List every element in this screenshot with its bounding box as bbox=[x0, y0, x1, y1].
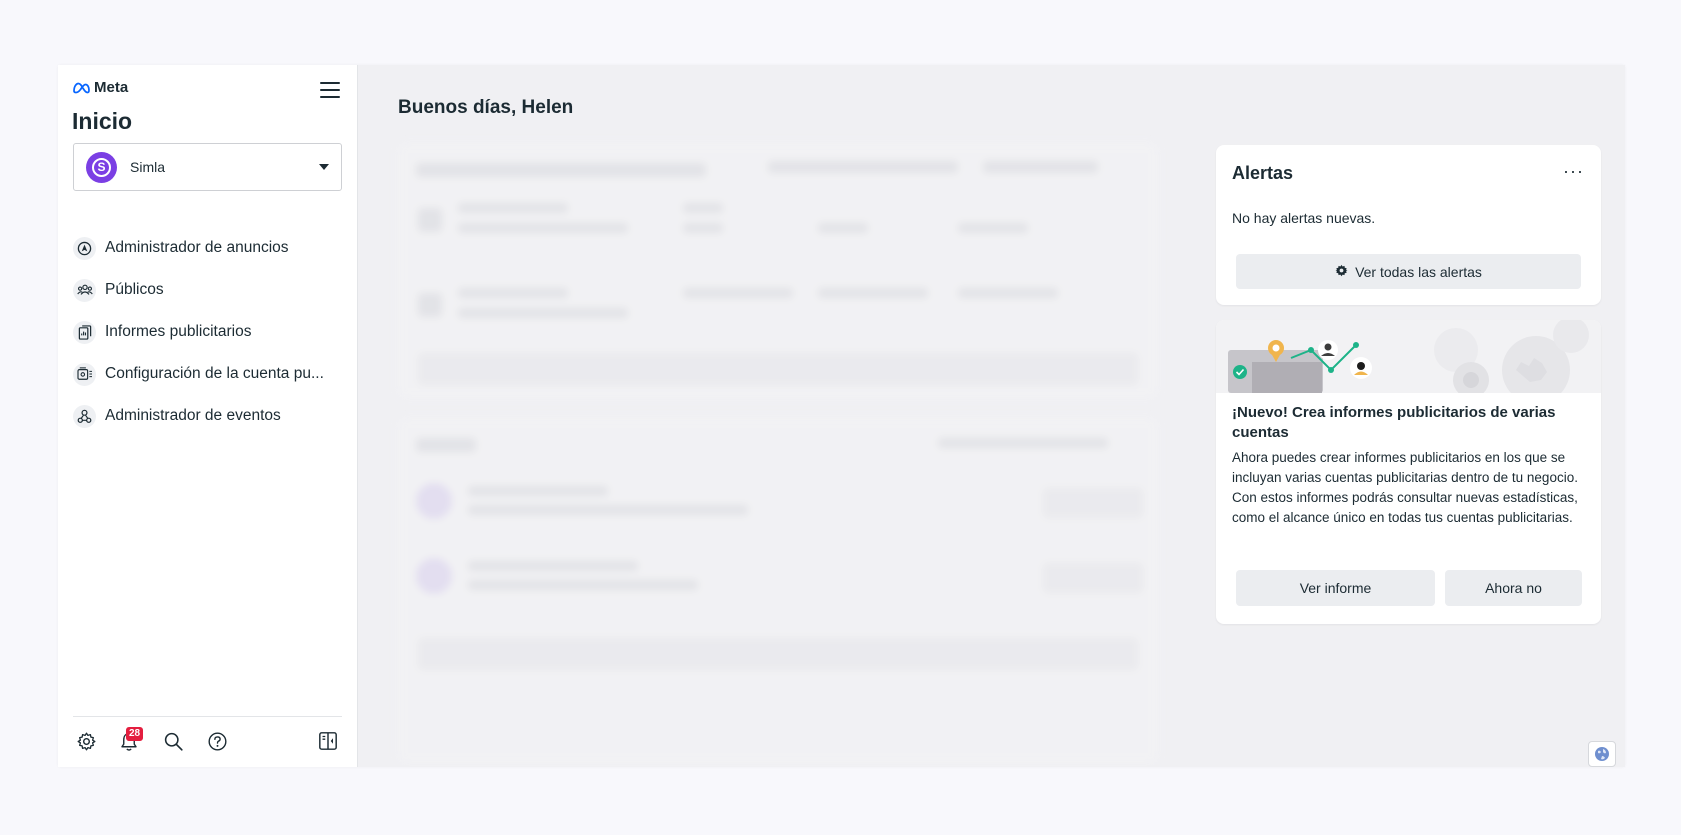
ads-reporting-icon bbox=[73, 320, 96, 344]
sidebar-item-events-manager[interactable]: Administrador de eventos bbox=[73, 395, 343, 437]
ads-manager-icon bbox=[73, 236, 96, 260]
more-options-icon[interactable]: ··· bbox=[1563, 162, 1584, 180]
account-avatar: S bbox=[86, 151, 117, 183]
sidebar: Meta Inicio S Simla Administrador de anu… bbox=[58, 65, 358, 767]
settings-icon[interactable] bbox=[74, 729, 98, 753]
blurred-avatar bbox=[416, 483, 452, 519]
meta-brand[interactable]: Meta bbox=[72, 79, 128, 96]
alerts-card: Alertas ··· No hay alertas nuevas. Ver t… bbox=[1216, 145, 1601, 305]
blurred-line bbox=[458, 308, 628, 318]
promo-body: Ahora puedes crear informes publicitario… bbox=[1232, 450, 1578, 525]
promo-heading: ¡Nuevo! Crea informes publicitarios de v… bbox=[1232, 404, 1556, 441]
blurred-line bbox=[468, 505, 748, 515]
blurred-line bbox=[416, 163, 706, 177]
blurred-line bbox=[418, 293, 442, 317]
brand-name: Meta bbox=[94, 79, 129, 96]
account-settings-icon bbox=[73, 362, 96, 386]
blurred-line bbox=[958, 288, 1058, 298]
meta-logo-icon bbox=[72, 82, 90, 94]
sidebar-item-label: Configuración de la cuenta pu... bbox=[105, 365, 324, 382]
blurred-line bbox=[818, 223, 868, 233]
blurred-line bbox=[458, 288, 568, 298]
blurred-avatar bbox=[416, 558, 452, 594]
promo-illustration bbox=[1216, 320, 1601, 404]
view-all-alerts-button[interactable]: Ver todas las alertas bbox=[1236, 254, 1581, 289]
account-selector[interactable]: S Simla bbox=[73, 143, 342, 191]
sidebar-item-ads-manager[interactable]: Administrador de anuncios bbox=[73, 227, 343, 269]
not-now-button[interactable]: Ahora no bbox=[1445, 570, 1582, 606]
account-avatar-letter: S bbox=[92, 157, 111, 177]
blurred-button bbox=[1043, 563, 1143, 593]
events-manager-icon bbox=[73, 404, 96, 428]
blurred-line bbox=[683, 288, 793, 298]
help-icon[interactable] bbox=[205, 729, 229, 753]
sidebar-item-account-settings[interactable]: Configuración de la cuenta pu... bbox=[73, 353, 343, 395]
blurred-line bbox=[416, 438, 476, 452]
sidebar-footer: 28 bbox=[73, 716, 342, 767]
blurred-button bbox=[418, 353, 1138, 385]
blurred-line bbox=[468, 561, 638, 571]
sidebar-item-label: Informes publicitarios bbox=[105, 323, 252, 340]
sidebar-nav: Administrador de anuncios Públicos Infor… bbox=[73, 227, 343, 437]
blurred-line bbox=[768, 161, 958, 173]
alerts-empty-text: No hay alertas nuevas. bbox=[1232, 210, 1376, 226]
account-name: Simla bbox=[130, 159, 166, 175]
blurred-line bbox=[683, 223, 723, 233]
app-window: Meta Inicio S Simla Administrador de anu… bbox=[58, 65, 1625, 767]
blurred-line bbox=[418, 208, 442, 232]
blurred-line bbox=[458, 223, 628, 233]
blurred-content bbox=[398, 143, 1158, 763]
sidebar-item-label: Administrador de eventos bbox=[105, 407, 281, 424]
blurred-button bbox=[418, 638, 1138, 670]
sidebar-item-ads-reporting[interactable]: Informes publicitarios bbox=[73, 311, 343, 353]
blurred-button bbox=[1043, 488, 1143, 518]
view-all-alerts-label: Ver todas las alertas bbox=[1355, 263, 1482, 280]
gear-icon bbox=[1335, 264, 1348, 280]
blurred-line bbox=[818, 288, 928, 298]
search-icon[interactable] bbox=[161, 729, 185, 753]
sidebar-item-audiences[interactable]: Públicos bbox=[73, 269, 343, 311]
promo-card: ¡Nuevo! Crea informes publicitarios de v… bbox=[1216, 320, 1601, 624]
blurred-line bbox=[938, 438, 1108, 448]
caret-down-icon bbox=[319, 164, 329, 170]
page-title: Inicio bbox=[72, 108, 133, 134]
collapse-panel-icon[interactable] bbox=[316, 729, 340, 753]
audiences-icon bbox=[73, 278, 96, 302]
blurred-line bbox=[958, 223, 1028, 233]
sidebar-item-label: Públicos bbox=[105, 281, 164, 298]
alerts-title: Alertas bbox=[1232, 163, 1294, 183]
hamburger-menu-icon[interactable] bbox=[318, 79, 342, 101]
globe-icon[interactable] bbox=[1588, 741, 1616, 767]
blurred-line bbox=[683, 203, 723, 213]
notifications-badge: 28 bbox=[126, 727, 144, 741]
blurred-line bbox=[468, 486, 608, 496]
greeting: Buenos días, Helen bbox=[398, 97, 574, 118]
blurred-line bbox=[983, 161, 1098, 173]
blurred-line bbox=[468, 580, 698, 590]
view-report-button[interactable]: Ver informe bbox=[1236, 570, 1435, 606]
sidebar-item-label: Administrador de anuncios bbox=[105, 239, 289, 256]
blurred-line bbox=[458, 203, 568, 213]
